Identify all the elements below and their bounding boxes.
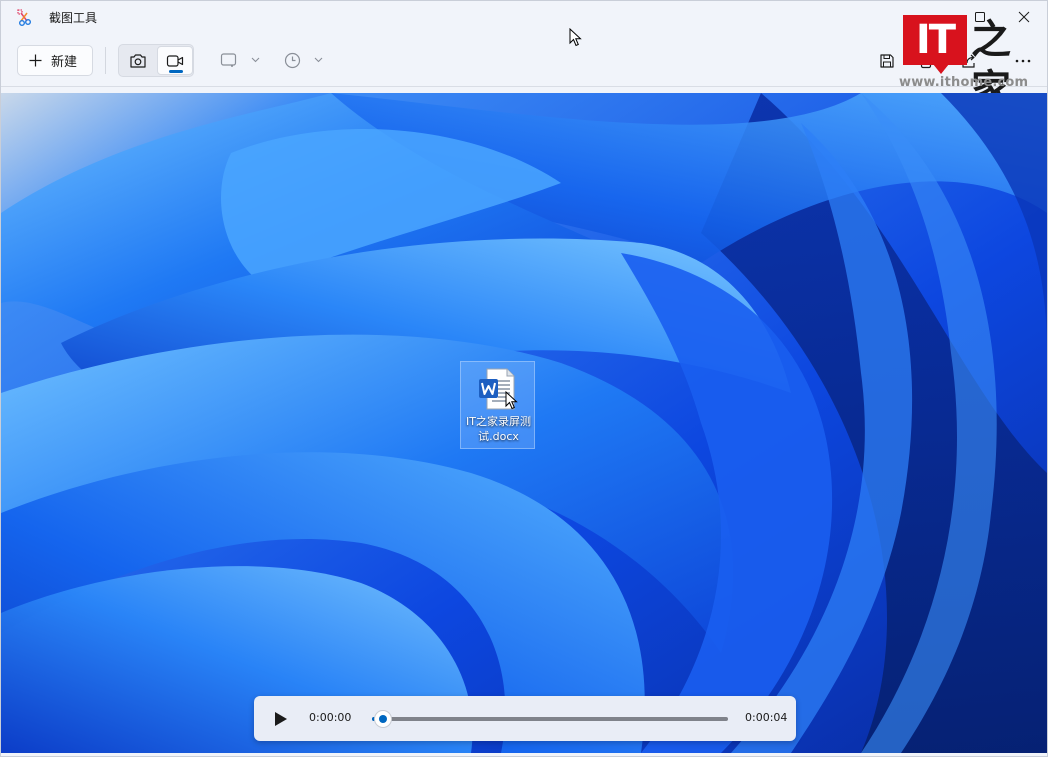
snipping-tool-icon (17, 9, 31, 26)
watermark-logo: IT (903, 15, 967, 74)
camera-icon (130, 53, 146, 68)
file-name-line2: 试.docx (478, 430, 519, 443)
video-mode-button[interactable] (157, 46, 193, 75)
new-button[interactable]: 新建 (17, 45, 93, 76)
title-bar: 截图工具 (1, 1, 1047, 33)
desktop-file-icon[interactable]: IT之家录屏测 试.docx (460, 361, 535, 449)
seek-bar[interactable] (372, 710, 728, 728)
window-mouse-pointer-icon (569, 28, 582, 47)
chevron-down-icon (251, 57, 260, 63)
plus-icon (29, 54, 42, 67)
ithome-watermark: IT 之家 www.ithome.com (899, 11, 1039, 113)
snipping-tool-window: 截图工具 新建 IT 之家 www.ithome.com IT之家录屏测 试.d… (0, 0, 1048, 757)
delay-dropdown[interactable] (284, 45, 323, 75)
photo-mode-button[interactable] (120, 46, 156, 75)
end-time: 0:00:04 (745, 711, 788, 724)
toolbar: 新建 (1, 33, 1047, 87)
file-name-line1: IT之家录屏测 (466, 415, 531, 428)
chevron-down-icon (314, 57, 323, 63)
video-camera-icon (166, 54, 184, 67)
seek-thumb[interactable] (373, 710, 392, 728)
toolbar-divider (105, 47, 106, 74)
snip-shape-dropdown[interactable] (220, 45, 260, 75)
save-button[interactable] (873, 47, 901, 75)
new-button-label: 新建 (51, 55, 78, 70)
rectangle-snip-icon (220, 53, 237, 67)
window-title: 截图工具 (49, 11, 98, 25)
save-icon (880, 54, 894, 68)
current-time: 0:00:00 (309, 711, 352, 724)
watermark-url: www.ithome.com (899, 75, 1029, 90)
play-icon[interactable] (270, 709, 290, 729)
clock-icon (284, 52, 301, 68)
video-player-controls: 0:00:00 0:00:04 (254, 696, 796, 741)
desktop-file-name: IT之家录屏测 试.docx (461, 414, 536, 444)
recording-preview: IT之家录屏测 试.docx (1, 93, 1047, 753)
mouse-pointer-icon (505, 391, 518, 410)
mode-toggle-group (118, 44, 194, 77)
